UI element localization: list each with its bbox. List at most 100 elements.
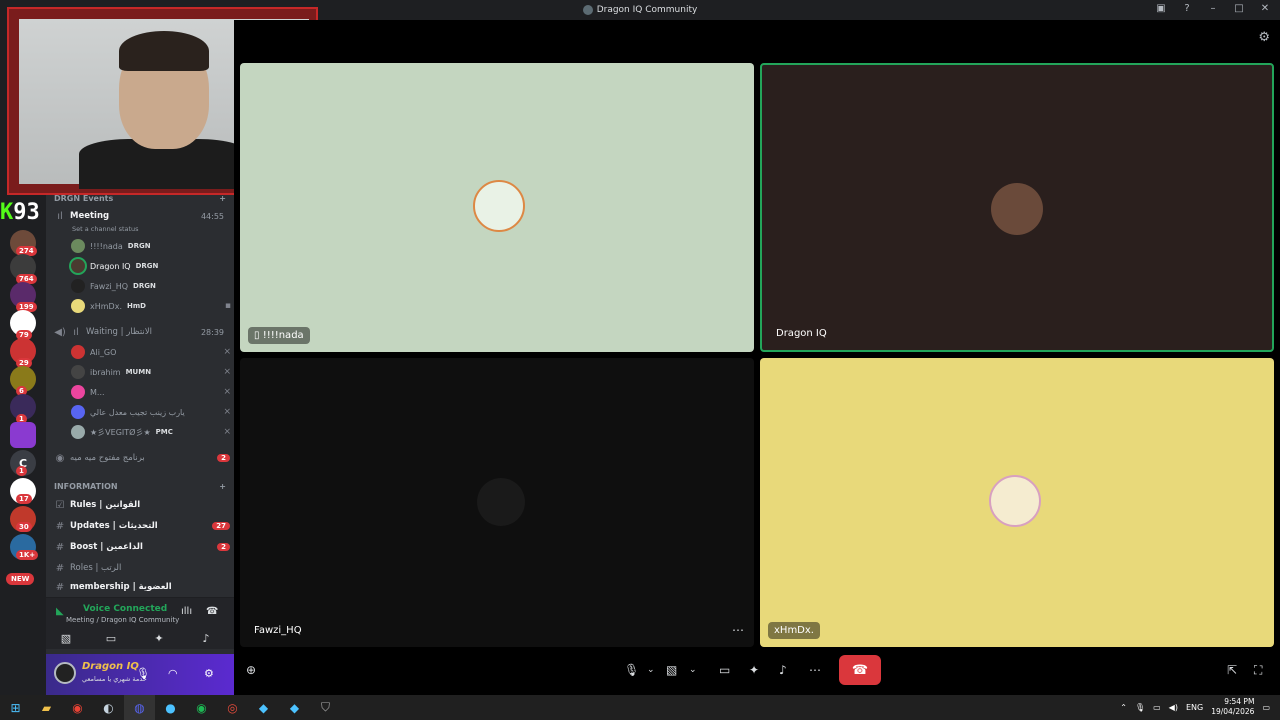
voice-member[interactable]: M... ⨯ <box>71 384 231 400</box>
app-icon[interactable]: ⛉ <box>310 695 341 720</box>
minimize-button[interactable]: – <box>1206 3 1220 14</box>
member-tag: DRGN <box>133 282 156 290</box>
participant-tile[interactable]: xHmDx. <box>760 358 1274 647</box>
activities-button[interactable]: ✦ <box>749 660 759 680</box>
participant-tile[interactable]: Fawzi_HQ ⋯ <box>240 358 754 647</box>
camera-off-icon[interactable]: ▧ <box>666 660 677 680</box>
participant-name: Dragon IQ <box>776 328 827 339</box>
network-icon[interactable]: ▭ <box>1153 703 1161 712</box>
windows-start-icon[interactable]: ⊞ <box>0 695 31 720</box>
plus-icon[interactable]: + <box>219 482 226 491</box>
avatar <box>71 259 85 273</box>
stage-channel-program[interactable]: ◉ برنامج مفتوح ميه ميه 2 <box>54 450 230 466</box>
voice-member[interactable]: ★彡VEGITØ彡★ PMC ⨯ <box>71 424 231 440</box>
user-name[interactable]: Dragon IQ <box>82 661 139 672</box>
close-button[interactable]: ✕ <box>1258 3 1272 14</box>
window-title: Dragon IQ Community <box>582 5 697 15</box>
voice-channel-icon: ıl <box>73 326 79 338</box>
file-explorer-icon[interactable]: ▰ <box>31 695 62 720</box>
popout-icon[interactable]: ⇱ <box>1227 660 1237 680</box>
headphones-icon[interactable]: ◠ <box>168 667 178 680</box>
channel-rules[interactable]: ☑ Rules | القوانين <box>54 497 230 513</box>
chrome-icon[interactable]: ◉ <box>62 695 93 720</box>
spotify-icon[interactable]: ◉ <box>186 695 217 720</box>
screen-share-button[interactable]: ▭ <box>719 660 730 680</box>
plus-icon[interactable]: + <box>219 194 226 203</box>
discord-icon[interactable]: ◍ <box>124 695 155 720</box>
screen-share-icon[interactable]: ▭ <box>96 630 126 646</box>
help-icon[interactable]: ? <box>1180 3 1194 14</box>
participant-tile-speaking[interactable]: Dragon IQ <box>760 63 1274 352</box>
voice-member[interactable]: Ali_GO ⨯ <box>71 344 231 360</box>
soundboard-icon[interactable]: ♪ <box>191 630 221 646</box>
avatar <box>71 405 85 419</box>
video-off-icon[interactable]: ▧ <box>51 630 81 646</box>
steam-icon[interactable]: ◐ <box>93 695 124 720</box>
disconnect-button[interactable]: ☎ <box>839 655 881 685</box>
server-icon-8[interactable] <box>10 422 36 448</box>
channel-updates[interactable]: # Updates | التحديثات 27 <box>54 518 230 534</box>
disconnect-icon[interactable]: ☎ <box>206 606 218 617</box>
voice-member[interactable]: يارب زينب تجيب معدل عالي ⨯ <box>71 404 231 420</box>
signal-icon: ◣ <box>56 606 64 617</box>
voice-location[interactable]: Meeting / Dragon IQ Community <box>66 616 179 624</box>
more-button[interactable]: ⋯ <box>809 660 821 680</box>
channel-roles[interactable]: # Roles | الرتب <box>54 560 230 576</box>
channel-name: Boost | الداعمين <box>70 542 143 552</box>
voice-member[interactable]: !!!!nada DRGN <box>71 238 231 254</box>
channel-membership[interactable]: # membership | العضوية <box>54 581 230 593</box>
kick-logo: K <box>0 200 14 225</box>
user-avatar[interactable] <box>54 662 76 684</box>
participant-tile[interactable]: ▯ !!!!nada <box>240 63 754 352</box>
inbox-icon[interactable]: ▣ <box>1154 3 1168 14</box>
noise-suppression-icon[interactable]: ıllı <box>181 606 192 617</box>
voice-connected-label[interactable]: Voice Connected <box>83 604 167 614</box>
app-icon[interactable]: ● <box>155 695 186 720</box>
channel-status[interactable]: Set a channel status <box>72 225 139 233</box>
stage-icon: ◉ <box>55 452 65 464</box>
activity-icon: ▪ <box>224 301 231 311</box>
member-name: ibrahim <box>90 367 121 377</box>
category-information[interactable]: INFORMATION + <box>54 482 226 491</box>
deafened-icon: ⨯ <box>223 367 231 377</box>
app-icon[interactable]: ◆ <box>279 695 310 720</box>
chevron-up-icon[interactable]: ⌃ <box>1120 703 1127 712</box>
mic-tray-icon[interactable]: 🎙 <box>1135 703 1145 712</box>
voice-member[interactable]: xHmDx. HmD ▪ <box>71 298 231 314</box>
app-icon[interactable]: ◎ <box>217 695 248 720</box>
clock[interactable]: 9:54 PM 19/04/2026 <box>1211 697 1254 717</box>
language-indicator[interactable]: ENG <box>1186 703 1203 712</box>
voice-member[interactable]: Fawzi_HQ DRGN <box>71 278 231 294</box>
call-controls: ⊕ 🎙 ⌄ ▧ ⌄ ▭ ✦ ♪ ⋯ ☎ ⇱ ⛶ <box>234 650 1280 690</box>
invite-icon[interactable]: ⊕ <box>246 660 256 680</box>
category-events[interactable]: DRGN Events + <box>54 194 226 203</box>
channel-boost[interactable]: # Boost | الداعمين 2 <box>54 539 230 555</box>
mobile-icon: ▯ <box>254 330 263 341</box>
member-name: M... <box>90 387 105 397</box>
avatar <box>71 239 85 253</box>
notifications-icon[interactable]: ▭ <box>1262 703 1270 712</box>
participant-name: !!!!nada <box>262 330 304 341</box>
microphone-icon[interactable]: 🎙 <box>136 667 150 680</box>
more-options-icon[interactable]: ⋯ <box>732 623 744 637</box>
voice-member[interactable]: ibrahim MUMN ⨯ <box>71 364 231 380</box>
volume-icon[interactable]: ◀) <box>1169 703 1178 712</box>
call-settings-icon[interactable]: ⚙ <box>1258 30 1270 45</box>
mic-icon[interactable]: 🎙 <box>624 660 639 680</box>
mention-badge: 27 <box>212 522 230 530</box>
activities-icon[interactable]: ✦ <box>144 630 174 646</box>
channel-name: Roles | الرتب <box>70 563 122 573</box>
member-tag: MUMN <box>125 368 152 376</box>
channel-name: Rules | القوانين <box>70 500 141 510</box>
deafened-icon: ⨯ <box>223 387 231 397</box>
soundboard-button[interactable]: ♪ <box>779 660 787 680</box>
camera-options-chevron-icon[interactable]: ⌄ <box>689 660 697 680</box>
voice-member[interactable]: Dragon IQ DRGN <box>71 258 231 274</box>
app-icon[interactable]: ◆ <box>248 695 279 720</box>
voice-status-panel: ◣ Voice Connected Meeting / Dragon IQ Co… <box>46 597 234 649</box>
settings-icon[interactable]: ⚙ <box>204 667 214 680</box>
maximize-button[interactable]: □ <box>1232 3 1246 14</box>
fullscreen-icon[interactable]: ⛶ <box>1254 660 1262 680</box>
rules-icon: ☑ <box>55 499 65 511</box>
mic-options-chevron-icon[interactable]: ⌄ <box>647 660 655 680</box>
